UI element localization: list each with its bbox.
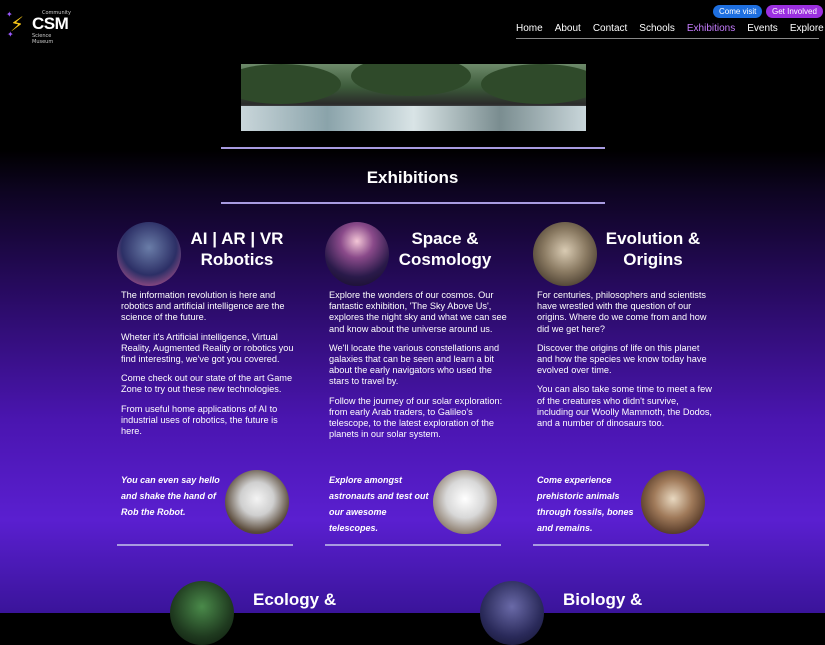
divider bbox=[221, 147, 605, 149]
nav-home[interactable]: Home bbox=[516, 23, 543, 34]
exhibit-title: AI | AR | VR Robotics bbox=[190, 229, 284, 269]
main-nav: Home About Contact Schools Exhibitions E… bbox=[516, 23, 825, 34]
come-visit-button[interactable]: Come visit bbox=[713, 5, 763, 18]
nav-about[interactable]: About bbox=[555, 23, 581, 34]
robot-photo bbox=[225, 470, 289, 534]
exhibit-title: Biology & bbox=[563, 590, 643, 609]
nav-contact[interactable]: Contact bbox=[593, 23, 627, 34]
biology-photo bbox=[480, 581, 544, 645]
nav-exhibitions[interactable]: Exhibitions bbox=[687, 23, 735, 34]
exhibit-title: Evolution & Origins bbox=[605, 229, 701, 269]
nav-underline bbox=[516, 38, 819, 39]
divider bbox=[533, 544, 709, 546]
exhibit-description: For centuries, philosophers and scientis… bbox=[537, 290, 712, 429]
get-involved-button[interactable]: Get Involved bbox=[766, 5, 823, 18]
exhibit-title: Ecology & bbox=[253, 590, 337, 609]
night-sky-photo bbox=[325, 222, 389, 286]
exhibit-title: Space & Cosmology bbox=[398, 229, 492, 269]
site-header: ✦ ✦ ⚡ Community CSM Science Museum Come … bbox=[0, 0, 825, 60]
ecology-photo bbox=[170, 581, 234, 645]
astronaut-photo bbox=[433, 470, 497, 534]
divider bbox=[325, 544, 501, 546]
fossil-photo bbox=[641, 470, 705, 534]
museum-skeleton-photo bbox=[533, 222, 597, 286]
exhibit-description: The information revolution is here and r… bbox=[121, 290, 294, 437]
logo-text: CSM bbox=[32, 14, 69, 33]
exhibit-quote: You can even say hello and shake the han… bbox=[121, 475, 220, 517]
divider bbox=[221, 202, 605, 204]
logo-sub-text: Science Museum bbox=[32, 33, 54, 45]
nav-schools[interactable]: Schools bbox=[639, 23, 675, 34]
exhibit-quote: Come experience prehistoric animals thro… bbox=[537, 475, 634, 533]
vr-user-photo bbox=[117, 222, 181, 286]
exhibit-description: Explore the wonders of our cosmos. Our f… bbox=[329, 290, 507, 440]
nav-explore[interactable]: Explore bbox=[790, 23, 824, 34]
exhibit-quote: Explore amongst astronauts and test out … bbox=[329, 475, 429, 533]
divider bbox=[117, 544, 293, 546]
logo[interactable]: ✦ ✦ ⚡ Community CSM Science Museum bbox=[6, 10, 72, 45]
page-title: Exhibitions bbox=[366, 168, 459, 187]
lightning-bolt-icon: ⚡ bbox=[10, 12, 25, 36]
banner-image bbox=[241, 64, 586, 131]
nav-events[interactable]: Events bbox=[747, 23, 778, 34]
